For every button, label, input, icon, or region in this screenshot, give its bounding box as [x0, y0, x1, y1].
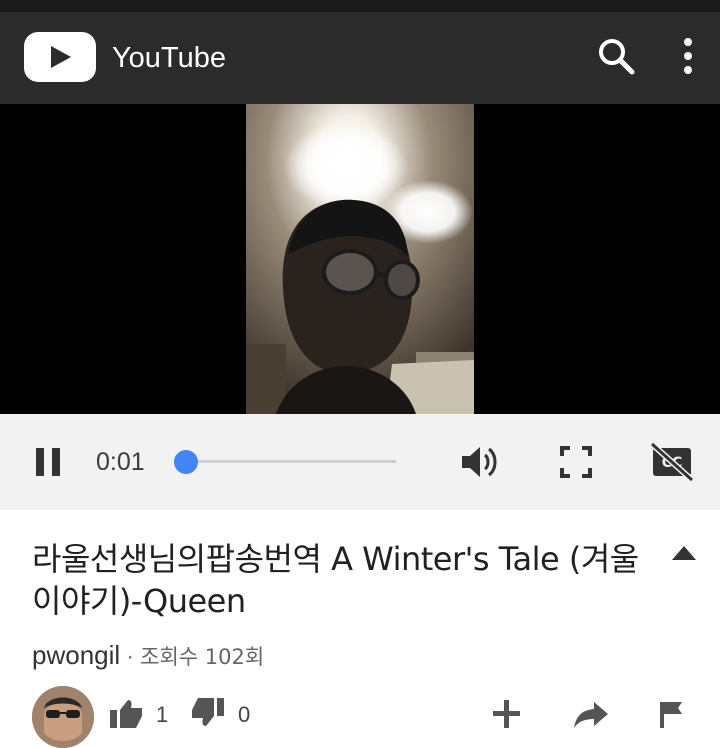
captions-off-icon[interactable]: CC: [648, 440, 696, 484]
like-count: 1: [156, 702, 169, 727]
thumb-up-icon[interactable]: [108, 698, 144, 728]
youtube-logo-icon[interactable]: [24, 32, 96, 82]
video-frame[interactable]: [246, 104, 474, 414]
fullscreen-icon[interactable]: [556, 442, 596, 482]
current-time: 0:01: [96, 448, 145, 476]
dislike-count: 0: [238, 702, 251, 727]
seek-thumb[interactable]: [174, 450, 198, 474]
collapse-details-icon[interactable]: [668, 540, 700, 564]
share-icon[interactable]: [572, 698, 610, 728]
seek-bar[interactable]: [186, 460, 396, 463]
video-meta: pwongil · 조회수 102회: [32, 640, 264, 672]
meta-separator: ·: [126, 643, 135, 670]
more-vert-icon[interactable]: [670, 34, 706, 78]
volume-icon[interactable]: [458, 442, 502, 482]
add-to-playlist-icon[interactable]: [490, 698, 524, 728]
action-row: 1 0: [0, 680, 720, 748]
status-bar: [0, 0, 720, 12]
thumb-down-icon[interactable]: [190, 698, 226, 728]
search-icon[interactable]: [594, 34, 638, 78]
pause-icon[interactable]: [30, 444, 66, 480]
player-controls: 0:01 CC: [0, 414, 720, 510]
channel-name[interactable]: pwongil: [32, 640, 120, 671]
channel-avatar[interactable]: [32, 686, 94, 748]
video-title: 라울선생님의팝송번역 A Winter's Tale (겨울이야기)-Queen: [32, 540, 639, 620]
video-player[interactable]: [0, 104, 720, 414]
flag-icon[interactable]: [656, 698, 686, 728]
view-count: 조회수 102회: [140, 645, 265, 669]
app-bar: YouTube: [0, 12, 720, 104]
app-title: YouTube: [112, 42, 226, 74]
